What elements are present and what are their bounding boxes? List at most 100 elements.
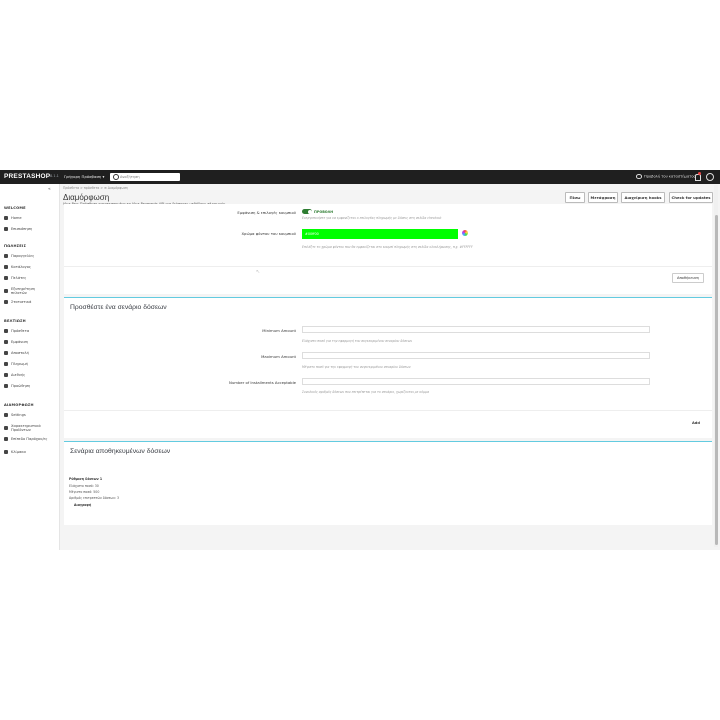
notification-bell-icon[interactable]: [695, 174, 701, 181]
sidebar-item-label: Επίπεδο Παρόχου/ες: [11, 437, 48, 441]
sidebar-item[interactable]: Στατιστικά: [4, 300, 56, 305]
sidebar-item[interactable]: Πρόσθετα: [4, 329, 56, 334]
sidebar-item-icon: [4, 362, 8, 367]
panel-separator: [64, 410, 712, 411]
sidebar-item-label: Home: [11, 216, 22, 220]
page-scrollbar[interactable]: [714, 185, 718, 547]
collapse-sidebar-icon[interactable]: «: [48, 187, 51, 192]
user-avatar-icon[interactable]: [706, 173, 714, 181]
sidebar-item[interactable]: Επισκόπηση: [4, 227, 56, 232]
sidebar-item[interactable]: Settings: [4, 413, 56, 418]
installments-help: Συνολικός αριθμός δόσεων που επιτρέπεται…: [302, 390, 430, 394]
sidebar-item-icon: [4, 254, 8, 259]
sidebar-item-label: Εξυπηρέτηση πελατών: [11, 287, 36, 296]
min-amount-label: Minimum Amount: [262, 328, 296, 333]
sidebar-item[interactable]: Πληρωμή: [4, 362, 56, 367]
scrollbar-thumb[interactable]: [714, 215, 718, 545]
sidebar-item-label: Διεθνής: [11, 373, 26, 377]
sidebar-item[interactable]: Εμφάνιση: [4, 340, 56, 345]
sidebar-item[interactable]: Χαρακτηριστικά Προϊόντων: [4, 424, 56, 433]
quick-access-menu[interactable]: Γρήγορη Πρόσβαση ▾: [64, 174, 104, 179]
sidebar-section-title: ΒΕΛΤΙΩΣΗ: [4, 319, 26, 323]
sidebar-item[interactable]: Αποστολή: [4, 351, 56, 356]
button-color-help: Επιλέξτε το χρώμα φόντου που θα εμφανίζε…: [302, 245, 473, 249]
sidebar-item-icon: [4, 351, 8, 356]
prestashop-logo[interactable]: PRESTASHOP: [4, 173, 50, 180]
sidebar-item-label: Εμφάνιση: [11, 340, 29, 344]
top-bar: PRESTASHOP 8.1.1 Γρήγορη Πρόσβαση ▾ Προβ…: [0, 170, 720, 184]
sidebar-item[interactable]: Πελάτες: [4, 276, 56, 281]
button-display-help: Ενεργοποιήστε για να εμφανίζεται ο επιλο…: [302, 216, 442, 220]
delete-scenario-link[interactable]: Διαγραφή: [74, 503, 91, 507]
sidebar-item[interactable]: Home: [4, 216, 56, 221]
sidebar-item-label: Στατιστικά: [11, 300, 32, 304]
sidebar-section-title: ΔΙΑΜΟΡΦΩΣΗ: [4, 403, 34, 407]
sidebar-item-label: Πελάτες: [11, 276, 27, 280]
sidebar-item-icon: [4, 384, 8, 389]
eye-icon: [636, 174, 642, 179]
scenario-max: Μέγιστο ποσό: 500: [69, 490, 100, 494]
sidebar-item-label: Παραγγελίες: [11, 254, 35, 258]
scenario-installments: Αριθμός επιτρεπτών δόσεων: 3: [69, 496, 119, 500]
sidebar-item-label: Κλίμακα: [11, 450, 26, 454]
sidebar-item[interactable]: Παραγγελίες: [4, 254, 56, 259]
color-picker-icon[interactable]: [462, 230, 468, 236]
version-label: 8.1.1: [50, 174, 59, 178]
sidebar-item-label: Επισκόπηση: [11, 227, 33, 231]
sidebar-section-title: WELCOME: [4, 206, 26, 210]
scenario-min: Ελάχιστο ποσό: 30: [69, 484, 99, 488]
sidebar-item[interactable]: Κατάλογος: [4, 265, 56, 270]
sidebar-item-label: Πρόσθετα: [11, 329, 30, 333]
view-shop-link[interactable]: Προβολή του καταστήματος: [636, 174, 696, 179]
breadcrumb[interactable]: Πρόσθετα > πρόσθετα > ⊕ Διαμόρφωση: [63, 186, 128, 190]
sidebar-item-icon: [4, 329, 8, 334]
display-toggle[interactable]: [302, 209, 312, 214]
sidebar-item-label: Settings: [11, 413, 26, 417]
sidebar-item-icon: [4, 300, 8, 305]
sidebar-item[interactable]: Προώθηση: [4, 384, 56, 389]
sidebar-item-icon: [4, 340, 8, 345]
translate-button[interactable]: Μετάφραση: [588, 192, 618, 203]
sidebar-item-icon: [4, 216, 8, 221]
min-amount-input[interactable]: [302, 326, 650, 333]
installments-input[interactable]: [302, 378, 650, 385]
sidebar-item-label: Αποστολή: [11, 351, 29, 355]
search-box[interactable]: [110, 173, 180, 181]
sidebar-item[interactable]: Επίπεδο Παρόχου/ες: [4, 437, 56, 442]
sidebar-item-icon: [4, 450, 8, 455]
min-amount-help: Ελάχιστο ποσό για την εφαρμογή του συγκε…: [302, 339, 413, 343]
page-title: Διαμόρφωση: [63, 193, 110, 202]
sidebar-item-icon: [4, 437, 8, 442]
save-settings-button[interactable]: Αποθήκευση: [672, 273, 704, 283]
check-updates-button[interactable]: Check for updates: [669, 192, 713, 203]
manage-hooks-button[interactable]: Διαχείριση hooks: [621, 192, 665, 203]
sidebar-item-icon: [4, 373, 8, 378]
sidebar-item[interactable]: Διεθνής: [4, 373, 56, 378]
sidebar: « WELCOME Home Επισκόπηση ΠΩΛΗΣΕΙΣ Παραγγελί…: [0, 184, 60, 550]
sidebar-item-label: Προώθηση: [11, 384, 31, 388]
scenario-title: Ρύθμιση δόσεων 1: [69, 477, 103, 481]
back-button[interactable]: Πίσω: [565, 192, 585, 203]
sidebar-item[interactable]: Κλίμακα: [4, 450, 56, 455]
notification-badge: [698, 172, 701, 175]
toggle-knob: [307, 209, 312, 214]
sidebar-item[interactable]: Εξυπηρέτηση πελατών: [4, 287, 56, 296]
add-scenario-button[interactable]: Add: [692, 421, 700, 425]
sidebar-item-icon: [4, 227, 8, 232]
cursor-icon: ↖: [256, 269, 261, 275]
max-amount-input[interactable]: [302, 352, 650, 359]
search-input[interactable]: [120, 173, 178, 181]
sidebar-item-label: Πληρωμή: [11, 362, 28, 366]
installments-label: Number of Installments Acceptable: [229, 380, 296, 385]
button-color-input[interactable]: #00ff00: [302, 229, 458, 239]
sidebar-item-icon: [4, 413, 8, 418]
sidebar-item-icon: [4, 426, 8, 431]
max-amount-label: Maximum Amount: [261, 354, 296, 359]
button-display-label: Εμφάνιση & επιλογές κουμπιού: [237, 210, 296, 215]
button-color-label: Χρώμα φόντου του κουμπιού: [241, 231, 296, 236]
saved-scenarios-title: Σενάρια αποθηκευμένων δόσεων: [70, 448, 171, 455]
search-icon: [113, 174, 119, 180]
sidebar-item-icon: [4, 265, 8, 270]
max-amount-help: Μέγιστο ποσό για την εφαρμογή του συγκεκ…: [302, 365, 411, 369]
sidebar-item-label: Χαρακτηριστικά Προϊόντων: [11, 424, 41, 433]
